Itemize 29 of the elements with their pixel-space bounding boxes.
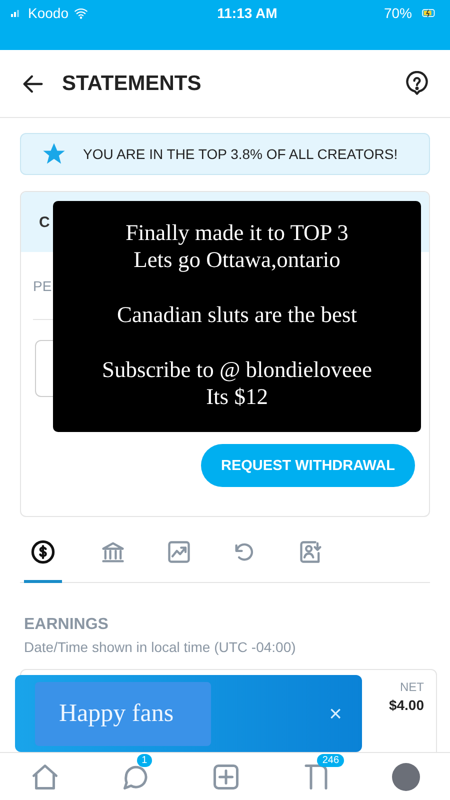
battery-percent: 70% [384,4,412,22]
toast-message: Happy fans [35,682,211,746]
help-icon[interactable] [404,70,430,96]
net-label: NET [400,680,424,694]
caption-text: Canadian sluts are the best [117,301,357,328]
section-title: EARNINGS [24,616,110,634]
timezone-note: Date/Time shown in local time (UTC -04:00) [24,639,297,655]
earnings-icon [30,539,56,565]
wifi-icon [72,6,90,20]
caption-text: Lets go Ottawa,ontario [134,246,340,273]
caption-text: Finally made it to TOP 3 [126,219,348,246]
card-heading: C [39,214,50,230]
chart-icon [166,539,192,565]
count-badge: 246 [317,754,344,766]
referral-icon [298,539,324,565]
home-icon[interactable] [30,762,60,792]
add-icon[interactable] [210,762,241,792]
count-badge: 1 [136,754,152,766]
withdrawal-button[interactable]: REQUEST WITHDRAWAL [201,444,415,487]
caption-text: Its $12 [206,383,268,410]
net-amount: $4.00 [388,697,424,713]
close-button[interactable]: × [325,700,346,726]
rank-text: YOU ARE IN THE TOP 3.8% OF ALL CREATORS! [83,146,398,162]
caption-text: Subscribe to @ blondieloveee [102,356,372,383]
page-title: STATEMENTS [62,72,202,96]
clock-time: 11:13 AM [217,4,278,22]
period-label: PE [33,278,52,294]
carrier-name: Koodo [28,4,68,22]
avatar[interactable] [392,762,420,790]
